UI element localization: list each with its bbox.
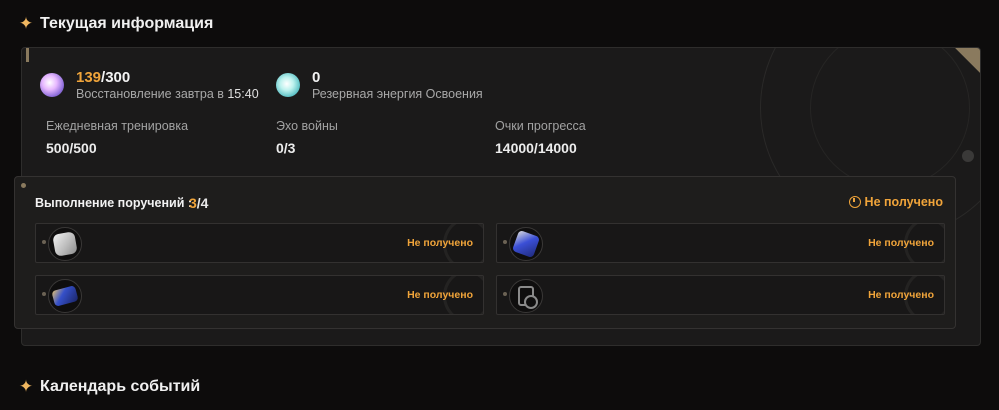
- daily-training-label: Ежедневная тренировка: [46, 119, 189, 133]
- current-info-title: Текущая информация: [40, 15, 214, 32]
- calendar-heading: ✦ Календарь событий: [18, 377, 200, 397]
- progress-points-value: 14000/14000: [495, 140, 577, 156]
- war-echo-label: Эхо войны: [276, 119, 338, 133]
- task-card[interactable]: Не получено: [35, 223, 484, 263]
- card-pin: [42, 240, 46, 244]
- tasks-total: /4: [196, 195, 209, 211]
- task-status: Не получено: [407, 289, 473, 301]
- reserve-energy-icon: [276, 73, 300, 97]
- clock-icon: [848, 196, 861, 208]
- calendar-title: Календарь событий: [40, 378, 201, 395]
- task-card[interactable]: Не получено: [496, 275, 945, 315]
- tasks-status-text: Не получено: [864, 195, 943, 209]
- card-pin: [503, 240, 507, 244]
- task-card[interactable]: Не получено: [35, 275, 484, 315]
- tasks-title: Выполнение поручений :: [35, 196, 193, 210]
- task-status: Не получено: [868, 289, 934, 301]
- decorative-dot: [962, 150, 974, 162]
- ticket-card-icon: [48, 279, 82, 313]
- task-card[interactable]: Не получено: [496, 223, 945, 263]
- energy-recovery-label: Восстановление завтра в: [76, 87, 228, 101]
- energy-value: 139/300: [76, 69, 130, 86]
- task-status: Не получено: [407, 237, 473, 249]
- tasks-panel: Выполнение поручений : 3/4 Не получено Н…: [14, 176, 956, 329]
- energy-max: /300: [101, 69, 131, 86]
- energy-recovery-time: 15:40: [227, 87, 259, 101]
- card-pin: [42, 292, 46, 296]
- energy-current: 139: [76, 69, 102, 86]
- sparkle-icon: ✦: [18, 14, 34, 33]
- sparkle-icon: ✦: [18, 377, 34, 396]
- energy-recovery-text: Восстановление завтра в 15:40: [76, 87, 259, 101]
- reserve-energy-label: Резервная энергия Освоения: [312, 87, 483, 101]
- waveplate-icon: [40, 73, 64, 97]
- card-pin: [503, 292, 507, 296]
- tuner-device-icon: [509, 227, 543, 261]
- crystal-ore-icon: [48, 227, 82, 261]
- progress-points-label: Очки прогресса: [495, 119, 586, 133]
- panel-corner-ornament: [944, 48, 980, 84]
- journal-timer-icon: [509, 279, 543, 313]
- task-status: Не получено: [868, 237, 934, 249]
- tasks-reward-status[interactable]: Не получено: [848, 195, 943, 209]
- panel-pin: [21, 183, 26, 188]
- current-info-heading: ✦ Текущая информация: [18, 14, 213, 34]
- war-echo-value: 0/3: [276, 140, 296, 156]
- tasks-done: 3: [189, 195, 197, 211]
- tasks-progress: 3/4: [189, 195, 208, 211]
- panel-accent-bar: [26, 48, 29, 62]
- daily-training-value: 500/500: [46, 140, 97, 156]
- reserve-energy-value: 0: [312, 69, 321, 86]
